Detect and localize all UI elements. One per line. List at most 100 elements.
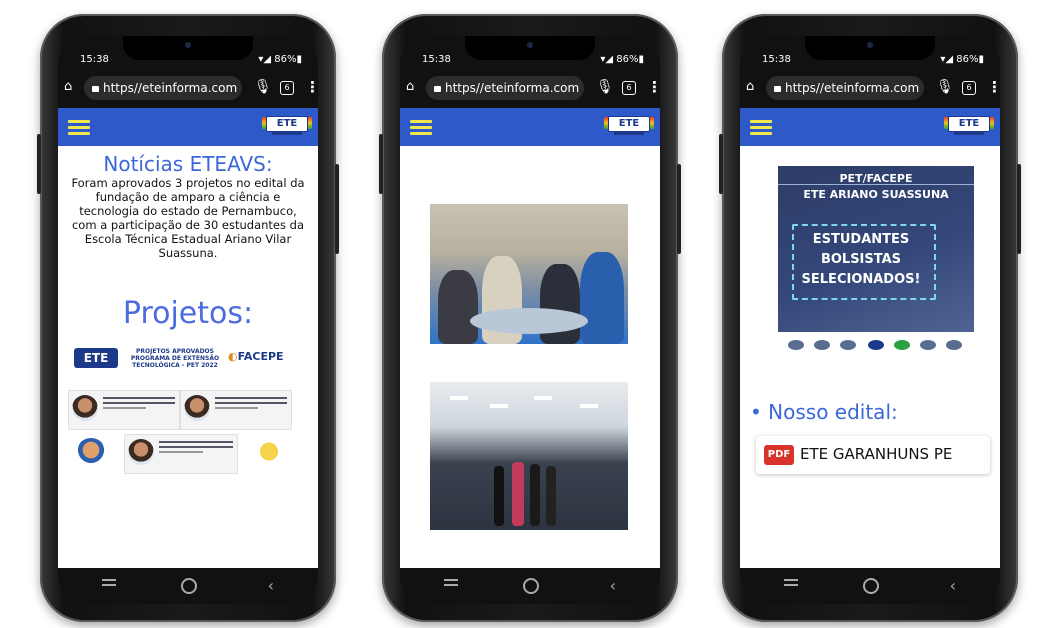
- browser-url-bar: ⌂ https//eteinforma.com 🎙 6 ⋮: [58, 70, 318, 108]
- pdf-download-button[interactable]: PDF ETE GARANHUNS PE: [756, 436, 990, 474]
- battery-level: 86%: [956, 54, 979, 65]
- poster-line-2: ETE ARIANO SUASSUNA: [803, 188, 949, 201]
- browser-url-bar: ⌂ https//eteinforma.com 🎙 6 ⋮: [740, 70, 1000, 108]
- home-button-icon[interactable]: [523, 578, 539, 594]
- status-time: 15:38: [762, 54, 791, 65]
- more-menu-icon[interactable]: ⋮: [987, 78, 1000, 96]
- phone-screen: 15:38 ▾◢ 86%▮ ⌂ https//eteinforma.com 🎙 …: [740, 36, 1000, 604]
- card-ete-logo: ETE: [74, 348, 118, 368]
- signal-icon: ▾◢: [940, 54, 957, 65]
- camera: [185, 42, 191, 48]
- url-text: https//eteinforma.com: [785, 81, 920, 95]
- mic-icon[interactable]: 🎙: [254, 79, 272, 95]
- tabs-button[interactable]: 6: [280, 81, 294, 95]
- back-icon[interactable]: ‹: [950, 576, 956, 595]
- tabs-button[interactable]: 6: [962, 81, 976, 95]
- card-text: PROJETOS APROVADOS PROGRAMA DE EXTENSÃO …: [130, 348, 220, 369]
- android-nav-bar: ‹: [58, 568, 318, 604]
- tabs-button[interactable]: 6: [622, 81, 636, 95]
- pdf-label: ETE GARANHUNS PE: [800, 445, 953, 463]
- poster-headline-3: SELECIONADOS!: [801, 272, 921, 287]
- battery-level: 86%: [274, 54, 297, 65]
- signal-icon: ▾◢: [258, 54, 275, 65]
- site-header: ETE: [58, 108, 318, 146]
- url-text: https//eteinforma.com: [103, 81, 238, 95]
- status-icons: ▾◢ 86%▮: [258, 54, 302, 65]
- lock-icon: [774, 86, 781, 92]
- recent-apps-icon[interactable]: [444, 579, 458, 589]
- ete-logo: ETE: [944, 116, 994, 136]
- phone-screen: 15:38 ▾◢ 86%▮ ⌂ https//eteinforma.com 🎙 …: [400, 36, 660, 604]
- notch: [805, 36, 935, 60]
- pdf-icon: PDF: [764, 445, 794, 465]
- poster-headline-1: ESTUDANTES: [812, 232, 910, 247]
- url-field[interactable]: https//eteinforma.com: [766, 76, 924, 100]
- project-item: [124, 434, 238, 474]
- site-header: ETE: [400, 108, 660, 146]
- notch: [465, 36, 595, 60]
- projects-title: Projetos:: [122, 296, 254, 331]
- home-icon[interactable]: ⌂: [746, 80, 760, 94]
- status-icons: ▾◢ 86%▮: [600, 54, 644, 65]
- lightbulb-icon: [254, 438, 284, 468]
- more-menu-icon[interactable]: ⋮: [305, 78, 318, 96]
- lock-icon: [92, 86, 99, 92]
- back-icon[interactable]: ‹: [610, 576, 616, 595]
- url-field[interactable]: https//eteinforma.com: [426, 76, 584, 100]
- logo-text: ETE: [958, 118, 980, 129]
- status-icons: ▾◢ 86%▮: [940, 54, 984, 65]
- battery-icon: ▮: [978, 54, 984, 65]
- browser-url-bar: ⌂ https//eteinforma.com 🎙 6 ⋮: [400, 70, 660, 108]
- pet-facepe-poster: PET/FACEPE ETE ARIANO SUASSUNA ESTUDANTE…: [778, 166, 974, 358]
- news-body: Foram aprovados 3 projetos no edital da …: [71, 176, 305, 260]
- phone-mockup-1: 15:38 ▾◢ 86%▮ ⌂ https//eteinforma.com 🎙 …: [37, 14, 339, 622]
- hamburger-menu-icon[interactable]: [68, 120, 90, 135]
- meeting-photo: [430, 204, 628, 344]
- recent-apps-icon[interactable]: [784, 579, 798, 589]
- poster-sponsor-logos: [778, 332, 974, 358]
- more-menu-icon[interactable]: ⋮: [647, 78, 660, 96]
- back-icon[interactable]: ‹: [268, 576, 274, 595]
- edital-heading: • Nosso edital:: [750, 400, 898, 424]
- android-nav-bar: ‹: [400, 568, 660, 604]
- home-button-icon[interactable]: [181, 578, 197, 594]
- projects-banner-image: ETE PROJETOS APROVADOS PROGRAMA DE EXTEN…: [68, 346, 308, 478]
- lightbulb-icon: [76, 438, 106, 468]
- facepe-mark-icon: ◐: [228, 350, 238, 363]
- news-title: Notícias ETEAVS:: [103, 152, 273, 176]
- camera: [867, 42, 873, 48]
- mic-icon[interactable]: 🎙: [936, 79, 954, 95]
- project-item: [180, 390, 292, 430]
- phone-mockup-3: 15:38 ▾◢ 86%▮ ⌂ https//eteinforma.com 🎙 …: [719, 14, 1021, 622]
- avatar: [72, 395, 98, 421]
- facepe-logo: ◐FACEPE: [228, 350, 284, 363]
- notch: [123, 36, 253, 60]
- battery-icon: ▮: [638, 54, 644, 65]
- home-icon[interactable]: ⌂: [406, 80, 420, 94]
- mic-icon[interactable]: 🎙: [596, 79, 614, 95]
- recent-apps-icon[interactable]: [102, 579, 116, 589]
- hamburger-menu-icon[interactable]: [750, 120, 772, 135]
- phone-screen: 15:38 ▾◢ 86%▮ ⌂ https//eteinforma.com 🎙 …: [58, 36, 318, 604]
- signal-icon: ▾◢: [600, 54, 617, 65]
- facepe-text: FACEPE: [237, 350, 284, 363]
- avatar: [184, 395, 210, 421]
- site-header: ETE: [740, 108, 1000, 146]
- battery-level: 86%: [616, 54, 639, 65]
- poster-headline-2: BOLSISTAS: [820, 252, 902, 267]
- camera: [527, 42, 533, 48]
- android-nav-bar: ‹: [740, 568, 1000, 604]
- home-icon[interactable]: ⌂: [64, 80, 78, 94]
- url-field[interactable]: https//eteinforma.com: [84, 76, 242, 100]
- page-content: [400, 146, 660, 568]
- logo-text: ETE: [276, 118, 298, 129]
- auditorium-photo: [430, 382, 628, 530]
- ete-logo: ETE: [604, 116, 654, 136]
- page-content: PET/FACEPE ETE ARIANO SUASSUNA ESTUDANTE…: [740, 146, 1000, 568]
- status-time: 15:38: [422, 54, 451, 65]
- status-time: 15:38: [80, 54, 109, 65]
- hamburger-menu-icon[interactable]: [410, 120, 432, 135]
- lock-icon: [434, 86, 441, 92]
- phone-mockup-2: 15:38 ▾◢ 86%▮ ⌂ https//eteinforma.com 🎙 …: [379, 14, 681, 622]
- home-button-icon[interactable]: [863, 578, 879, 594]
